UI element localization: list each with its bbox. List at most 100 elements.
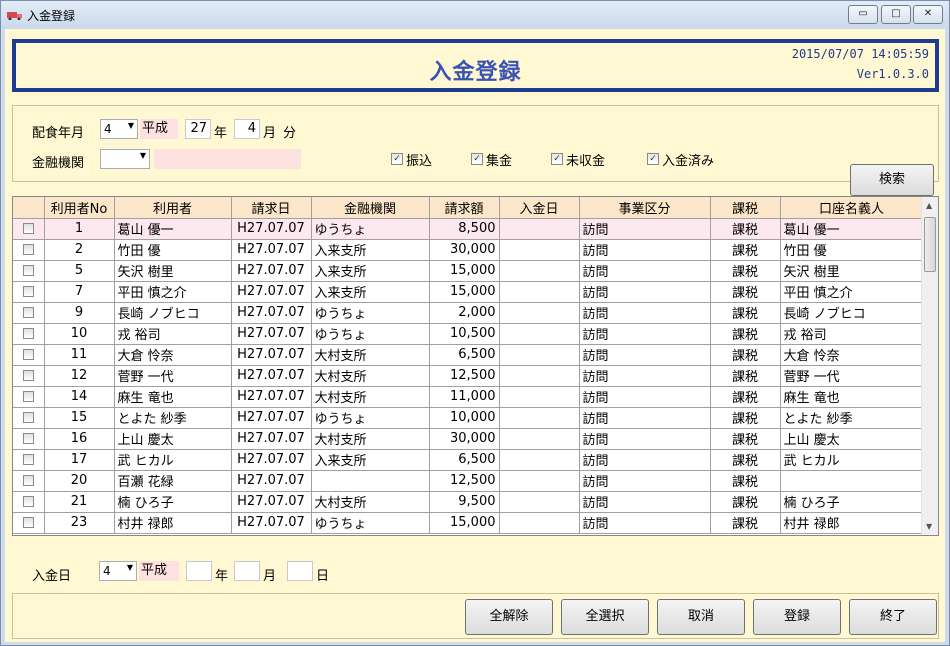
billing-grid[interactable]: 利用者No 利用者 請求日 金融機関 請求額 入金日 事業区分 課税 口座名義人	[12, 196, 939, 536]
table-row[interactable]: 15 とよた 紗季 H27.07.07 ゆうちょ 10,000 訪問 課税 とよ…	[13, 407, 924, 429]
payment-era-select[interactable]: 4 ▼	[99, 561, 137, 581]
row-checkbox-cell[interactable]	[13, 218, 45, 240]
payment-year-input[interactable]	[186, 561, 212, 581]
row-checkbox-cell[interactable]	[13, 281, 45, 303]
table-row[interactable]: 20 百瀬 花緑 H27.07.07 12,500 訪問 課税	[13, 470, 924, 492]
row-checkbox-cell[interactable]	[13, 239, 45, 261]
row-checkbox[interactable]	[22, 244, 34, 255]
paid-checkbox[interactable]: ✓	[647, 153, 659, 165]
row-checkbox-cell[interactable]	[13, 491, 45, 513]
table-row[interactable]: 23 村井 禄郎 H27.07.07 ゆうちょ 15,000 訪問 課税 村井 …	[13, 512, 924, 534]
row-checkbox-cell[interactable]	[13, 470, 45, 492]
col-header-paid-date[interactable]: 入金日	[499, 197, 580, 219]
exit-button[interactable]: 終了	[849, 599, 937, 635]
unpaid-checkbox[interactable]: ✓	[551, 153, 563, 165]
shukin-checkbox[interactable]: ✓	[471, 153, 483, 165]
row-checkbox[interactable]	[22, 349, 34, 360]
scroll-up-icon[interactable]: ▲	[926, 201, 932, 210]
maximize-button[interactable]: □	[881, 5, 911, 24]
bill-date-cell: H27.07.07	[231, 344, 312, 366]
furikomi-checkbox[interactable]: ✓	[391, 153, 403, 165]
holder-cell: 武 ヒカル	[780, 449, 924, 471]
row-checkbox[interactable]	[22, 412, 34, 423]
user-cell: 楠 ひろ子	[114, 491, 232, 513]
era-select[interactable]: 4 ▼	[100, 119, 138, 139]
chevron-down-icon: ▼	[126, 563, 133, 572]
cancel-button[interactable]: 取消	[657, 599, 745, 635]
bank-select[interactable]: ▼	[100, 149, 150, 169]
select-all-button[interactable]: 全選択	[561, 599, 649, 635]
amount-cell: 12,500	[429, 365, 500, 387]
col-header-bill-date[interactable]: 請求日	[231, 197, 312, 219]
row-checkbox-cell[interactable]	[13, 365, 45, 387]
row-checkbox-cell[interactable]	[13, 449, 45, 471]
tax-cell: 課税	[710, 260, 781, 282]
paid-date-cell	[499, 365, 580, 387]
year-input[interactable]: 27	[185, 119, 211, 139]
tax-cell: 課税	[710, 365, 781, 387]
col-header-user[interactable]: 利用者	[114, 197, 232, 219]
col-header-business[interactable]: 事業区分	[579, 197, 711, 219]
row-checkbox-cell[interactable]	[13, 512, 45, 534]
register-button[interactable]: 登録	[753, 599, 841, 635]
payment-day-input[interactable]	[287, 561, 313, 581]
business-cell: 訪問	[579, 512, 711, 534]
payment-day-label: 日	[316, 569, 330, 584]
row-checkbox-cell[interactable]	[13, 386, 45, 408]
business-cell: 訪問	[579, 428, 711, 450]
row-checkbox-cell[interactable]	[13, 302, 45, 324]
table-row[interactable]: 17 武 ヒカル H27.07.07 入来支所 6,500 訪問 課税 武 ヒカ…	[13, 449, 924, 471]
table-row[interactable]: 12 菅野 一代 H27.07.07 大村支所 12,500 訪問 課税 菅野 …	[13, 365, 924, 387]
business-cell: 訪問	[579, 449, 711, 471]
table-row[interactable]: 7 平田 慎之介 H27.07.07 入来支所 15,000 訪問 課税 平田 …	[13, 281, 924, 303]
row-checkbox[interactable]	[22, 496, 34, 507]
table-row[interactable]: 11 大倉 怜奈 H27.07.07 大村支所 6,500 訪問 課税 大倉 怜…	[13, 344, 924, 366]
scroll-down-icon[interactable]: ▼	[926, 522, 932, 531]
table-row[interactable]: 2 竹田 優 H27.07.07 入来支所 30,000 訪問 課税 竹田 優	[13, 239, 924, 261]
row-checkbox[interactable]	[22, 370, 34, 381]
col-header-bank[interactable]: 金融機関	[311, 197, 430, 219]
col-header-tax[interactable]: 課税	[710, 197, 781, 219]
row-checkbox-cell[interactable]	[13, 428, 45, 450]
row-checkbox[interactable]	[22, 286, 34, 297]
row-checkbox-cell[interactable]	[13, 260, 45, 282]
search-button[interactable]: 検索	[850, 164, 934, 196]
row-checkbox[interactable]	[22, 307, 34, 318]
row-checkbox[interactable]	[22, 433, 34, 444]
grid-scrollbar[interactable]: ▲ ▼	[921, 197, 938, 535]
scroll-thumb[interactable]	[924, 217, 936, 272]
user-cell: 矢沢 樹里	[114, 260, 232, 282]
table-row[interactable]: 21 楠 ひろ子 H27.07.07 大村支所 9,500 訪問 課税 楠 ひろ…	[13, 491, 924, 513]
month-input[interactable]: 4	[234, 119, 260, 139]
title-bar[interactable]: 入金登録 ▭ □ ✕	[1, 1, 949, 29]
table-row[interactable]: 14 麻生 竜也 H27.07.07 大村支所 11,000 訪問 課税 麻生 …	[13, 386, 924, 408]
row-checkbox[interactable]	[22, 265, 34, 276]
row-checkbox[interactable]	[22, 328, 34, 339]
row-checkbox-cell[interactable]	[13, 407, 45, 429]
row-checkbox[interactable]	[22, 391, 34, 402]
payment-month-input[interactable]	[234, 561, 260, 581]
table-row[interactable]: 9 長崎 ノブヒコ H27.07.07 ゆうちょ 2,000 訪問 課税 長崎 …	[13, 302, 924, 324]
row-checkbox[interactable]	[22, 475, 34, 486]
table-row[interactable]: 16 上山 慶太 H27.07.07 大村支所 30,000 訪問 課税 上山 …	[13, 428, 924, 450]
bank-cell: 大村支所	[311, 491, 430, 513]
col-header-check[interactable]	[13, 197, 45, 219]
row-checkbox[interactable]	[22, 517, 34, 528]
row-checkbox[interactable]	[22, 223, 34, 234]
close-button[interactable]: ✕	[913, 5, 943, 24]
table-row[interactable]: 1 葛山 優一 H27.07.07 ゆうちょ 8,500 訪問 課税 葛山 優一	[13, 218, 924, 240]
row-checkbox[interactable]	[22, 454, 34, 465]
unselect-all-button[interactable]: 全解除	[465, 599, 553, 635]
col-header-amount[interactable]: 請求額	[429, 197, 500, 219]
col-header-user-no[interactable]: 利用者No	[44, 197, 115, 219]
row-checkbox-cell[interactable]	[13, 344, 45, 366]
table-row[interactable]: 5 矢沢 樹里 H27.07.07 入来支所 15,000 訪問 課税 矢沢 樹…	[13, 260, 924, 282]
user-cell: 麻生 竜也	[114, 386, 232, 408]
col-header-holder[interactable]: 口座名義人	[780, 197, 924, 219]
row-checkbox-cell[interactable]	[13, 323, 45, 345]
app-window: 入金登録 ▭ □ ✕ 入金登録 2015/07/07 14:05:59 Ver1…	[0, 0, 950, 646]
table-row[interactable]: 10 戎 裕司 H27.07.07 ゆうちょ 10,500 訪問 課税 戎 裕司	[13, 323, 924, 345]
user-cell: 上山 慶太	[114, 428, 232, 450]
minimize-button[interactable]: ▭	[848, 5, 878, 24]
holder-cell: 戎 裕司	[780, 323, 924, 345]
